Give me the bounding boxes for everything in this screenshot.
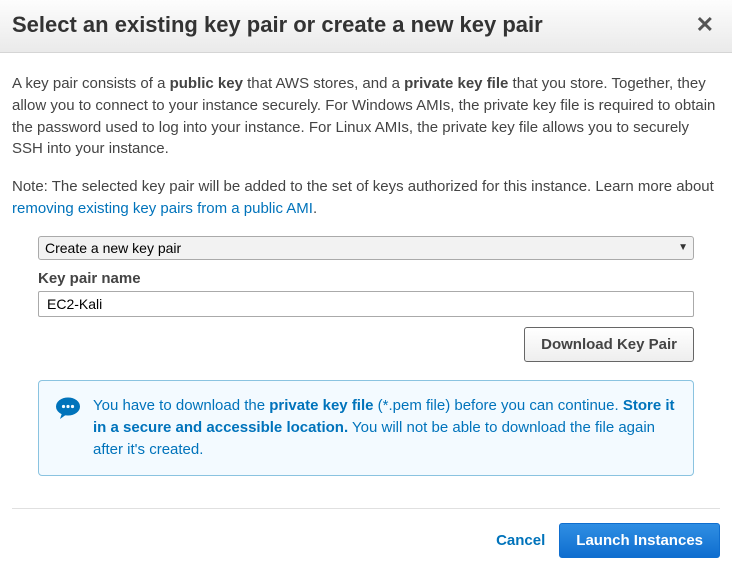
download-row: Download Key Pair: [38, 327, 694, 362]
modal-header: Select an existing key pair or create a …: [0, 0, 732, 53]
speech-bubble-icon: [55, 397, 81, 419]
modal-title: Select an existing key pair or create a …: [12, 12, 543, 38]
keypair-mode-select[interactable]: Create a new key pair: [38, 236, 694, 260]
cancel-button[interactable]: Cancel: [496, 532, 545, 549]
info-text: You have to download the private key fil…: [93, 395, 677, 460]
close-icon[interactable]: ✕: [696, 12, 714, 38]
remove-keypair-link[interactable]: removing existing key pairs from a publi…: [12, 200, 313, 217]
info-callout: You have to download the private key fil…: [38, 380, 694, 475]
keypair-select-wrap: Create a new key pair ▼: [38, 236, 694, 260]
modal-footer: Cancel Launch Instances: [12, 508, 720, 572]
modal-body: A key pair consists of a public key that…: [0, 53, 732, 486]
download-keypair-button[interactable]: Download Key Pair: [524, 327, 694, 362]
keypair-name-label: Key pair name: [38, 268, 694, 290]
description-paragraph: A key pair consists of a public key that…: [12, 73, 720, 160]
note-paragraph: Note: The selected key pair will be adde…: [12, 176, 720, 220]
form-section: Create a new key pair ▼ Key pair name Do…: [12, 236, 720, 476]
launch-instances-button[interactable]: Launch Instances: [559, 523, 720, 558]
keypair-name-input[interactable]: [38, 291, 694, 317]
